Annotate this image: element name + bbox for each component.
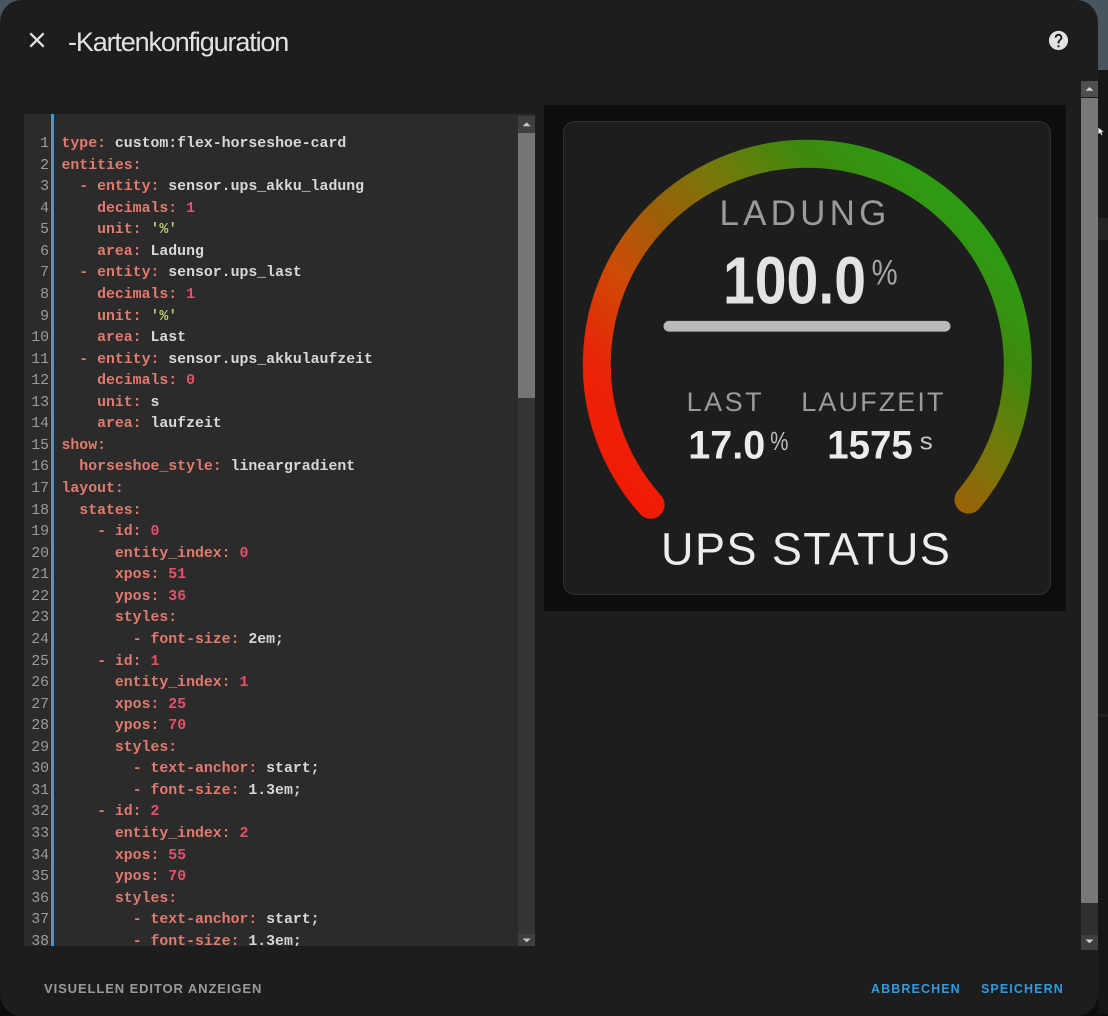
svg-text:UPS STATUS: UPS STATUS (661, 523, 951, 574)
svg-text:LADUNG: LADUNG (719, 193, 890, 232)
svg-text:%: % (871, 253, 897, 292)
svg-text:LAUFZEIT: LAUFZEIT (801, 386, 945, 416)
svg-text:17.0: 17.0 (688, 423, 765, 467)
svg-text:100.0: 100.0 (723, 243, 866, 318)
svg-text:s: s (919, 428, 932, 455)
svg-text:1575: 1575 (827, 423, 913, 467)
svg-text:%: % (770, 427, 788, 455)
svg-text:LAST: LAST (686, 386, 764, 416)
